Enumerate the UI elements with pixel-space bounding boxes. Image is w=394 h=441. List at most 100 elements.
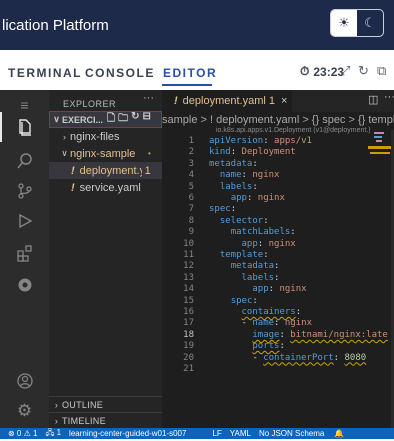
run-debug-icon[interactable]	[0, 206, 49, 236]
code-line[interactable]: matchLabels:	[209, 227, 296, 238]
yaml-punct: :	[279, 329, 291, 340]
code-line[interactable]: app: nginx	[209, 284, 306, 295]
code-line[interactable]: spec:	[209, 296, 258, 307]
explorer-more-icon[interactable]: ···	[143, 92, 154, 104]
line-number: 16	[183, 307, 194, 317]
source-control-icon[interactable]	[0, 176, 49, 206]
yaml-punct	[209, 170, 220, 180]
moon-icon[interactable]: ☾	[357, 10, 383, 36]
outline-label: OUTLINE	[62, 400, 104, 410]
collapse-all-icon[interactable]: ⊟	[142, 111, 150, 128]
new-folder-icon[interactable]: 🗀	[118, 111, 128, 128]
account-icon[interactable]	[0, 366, 49, 396]
breadcrumb[interactable]: sample > ! deployment.yaml > {} spec > {…	[162, 112, 394, 128]
tree-item-nginx-sample[interactable]: ∨ nginx-sample •	[49, 145, 162, 162]
yaml-punct: :	[274, 318, 285, 329]
line-number: 20	[183, 352, 194, 363]
chevron-right-icon: ›	[63, 131, 66, 142]
expand-icon[interactable]: ⤢	[340, 63, 350, 79]
line-number: 14	[183, 284, 194, 295]
ports-indicator[interactable]: 🖧 1	[45, 427, 61, 441]
explorer-title: EXPLORER	[63, 98, 117, 109]
outline-section[interactable]: › OUTLINE	[49, 396, 162, 413]
yaml-key: matchLabels	[230, 227, 291, 238]
code-line[interactable]: name: nginx	[209, 170, 280, 181]
eol-indicator[interactable]: LF	[212, 429, 221, 438]
code-line[interactable]: kind: Deployment	[209, 147, 296, 158]
tree-item-deployment-yaml[interactable]: ! deployment.ya... 1	[49, 162, 162, 179]
reload-icon[interactable]: ↻	[358, 63, 369, 79]
workspace-header[interactable]: ∨ EXERCI... 🗋 🗀 ↻ ⊟	[49, 111, 162, 128]
code-line[interactable]: - name: nginx	[209, 318, 312, 329]
tab-terminal[interactable]: TERMINAL	[8, 66, 82, 80]
code-line[interactable]: apiVersion: apps/v1	[209, 136, 312, 147]
code-line[interactable]: app: nginx	[209, 239, 296, 250]
language-indicator[interactable]: YAML	[230, 429, 251, 438]
yaml-key: containerPort	[263, 352, 334, 363]
code-line[interactable]: selector:	[209, 216, 269, 227]
yaml-punct: :	[274, 272, 280, 283]
yaml-key: app	[241, 238, 258, 249]
line-number: 4	[188, 170, 194, 181]
line-number: 21	[183, 364, 194, 374]
code-line[interactable]: labels:	[209, 182, 258, 193]
close-icon[interactable]: ×	[281, 95, 287, 107]
new-file-icon[interactable]: 🗋	[107, 111, 115, 128]
settings-gear-icon[interactable]: ⚙	[0, 396, 49, 426]
yaml-key: ports	[252, 341, 280, 352]
tree-item-nginx-files[interactable]: › nginx-files	[49, 128, 162, 145]
code-line[interactable]: image: bitnami/nginx:late	[209, 329, 387, 341]
split-editor-icon[interactable]: ◫	[368, 93, 378, 106]
yaml-punct: :	[263, 250, 269, 260]
open-external-icon[interactable]: ⧉	[377, 63, 386, 79]
yaml-punct: :	[252, 181, 258, 192]
yaml-punct: :	[268, 284, 280, 295]
kubernetes-icon[interactable]	[0, 270, 49, 300]
explorer-icon[interactable]	[0, 112, 49, 142]
line-number: 17	[183, 318, 194, 329]
tab-console[interactable]: CONSOLE	[85, 66, 155, 80]
code-line[interactable]: template:	[209, 250, 269, 261]
yaml-key: apiVersion	[209, 136, 264, 146]
yaml-punct: :	[230, 147, 242, 158]
schema-hint: io.k8s.api.apps.v1.Deployment (v1@deploy…	[216, 127, 371, 134]
extensions-icon[interactable]	[0, 238, 49, 268]
yaml-punct	[209, 250, 220, 260]
code-line[interactable]: app: nginx	[209, 193, 285, 204]
yaml-punct	[209, 284, 252, 294]
yaml-punct: :	[263, 215, 269, 226]
yaml-key: metadata	[209, 158, 253, 169]
code-line[interactable]: - containerPort: 8080	[209, 353, 366, 364]
chevron-right-icon: ›	[54, 416, 59, 426]
workshop-tabs: TERMINAL CONSOLE EDITOR ⏱ 23:23 ⤢ ↻ ⧉	[0, 50, 394, 90]
code-line[interactable]: metadata:	[209, 159, 258, 170]
notifications-bell-icon[interactable]: 🔔	[334, 429, 344, 438]
code-line[interactable]: metadata:	[209, 261, 280, 272]
refresh-icon[interactable]: ↻	[131, 111, 139, 128]
schema-indicator[interactable]: No JSON Schema	[259, 429, 324, 438]
tab-editor[interactable]: EDITOR	[163, 66, 217, 80]
code-line[interactable]: ports:	[209, 341, 285, 352]
search-icon[interactable]	[0, 146, 49, 176]
code-line[interactable]: containers:	[209, 307, 302, 318]
code-line[interactable]: spec:	[209, 204, 236, 215]
workspace-indicator[interactable]: learning-center-guided-w01-s007	[69, 429, 186, 438]
editor-more-icon[interactable]: ···	[384, 91, 394, 103]
yaml-value: apps/v1	[274, 136, 312, 146]
editor-tab-deployment[interactable]: ! deployment.yaml 1 ×	[162, 90, 292, 112]
yaml-key: app	[252, 284, 269, 295]
theme-toggle[interactable]: ☀ ☾	[330, 9, 384, 37]
yaml-punct	[209, 307, 242, 317]
code-line[interactable]: labels:	[209, 272, 280, 284]
yaml-punct: :	[263, 136, 275, 146]
active-tab-indicator	[162, 84, 212, 86]
chevron-down-icon: ∨	[61, 148, 68, 158]
tree-item-service-yaml[interactable]: ! service.yaml	[49, 179, 162, 196]
yaml-punct: :	[252, 158, 258, 169]
problems-indicator[interactable]: ⊗ 0 ⚠ 1	[8, 429, 37, 438]
sun-icon[interactable]: ☀	[331, 10, 357, 36]
yaml-punct: :	[241, 170, 253, 181]
timeline-section[interactable]: › TIMELINE	[49, 412, 162, 428]
yaml-punct: :	[257, 238, 269, 249]
line-number: 8	[188, 215, 194, 226]
